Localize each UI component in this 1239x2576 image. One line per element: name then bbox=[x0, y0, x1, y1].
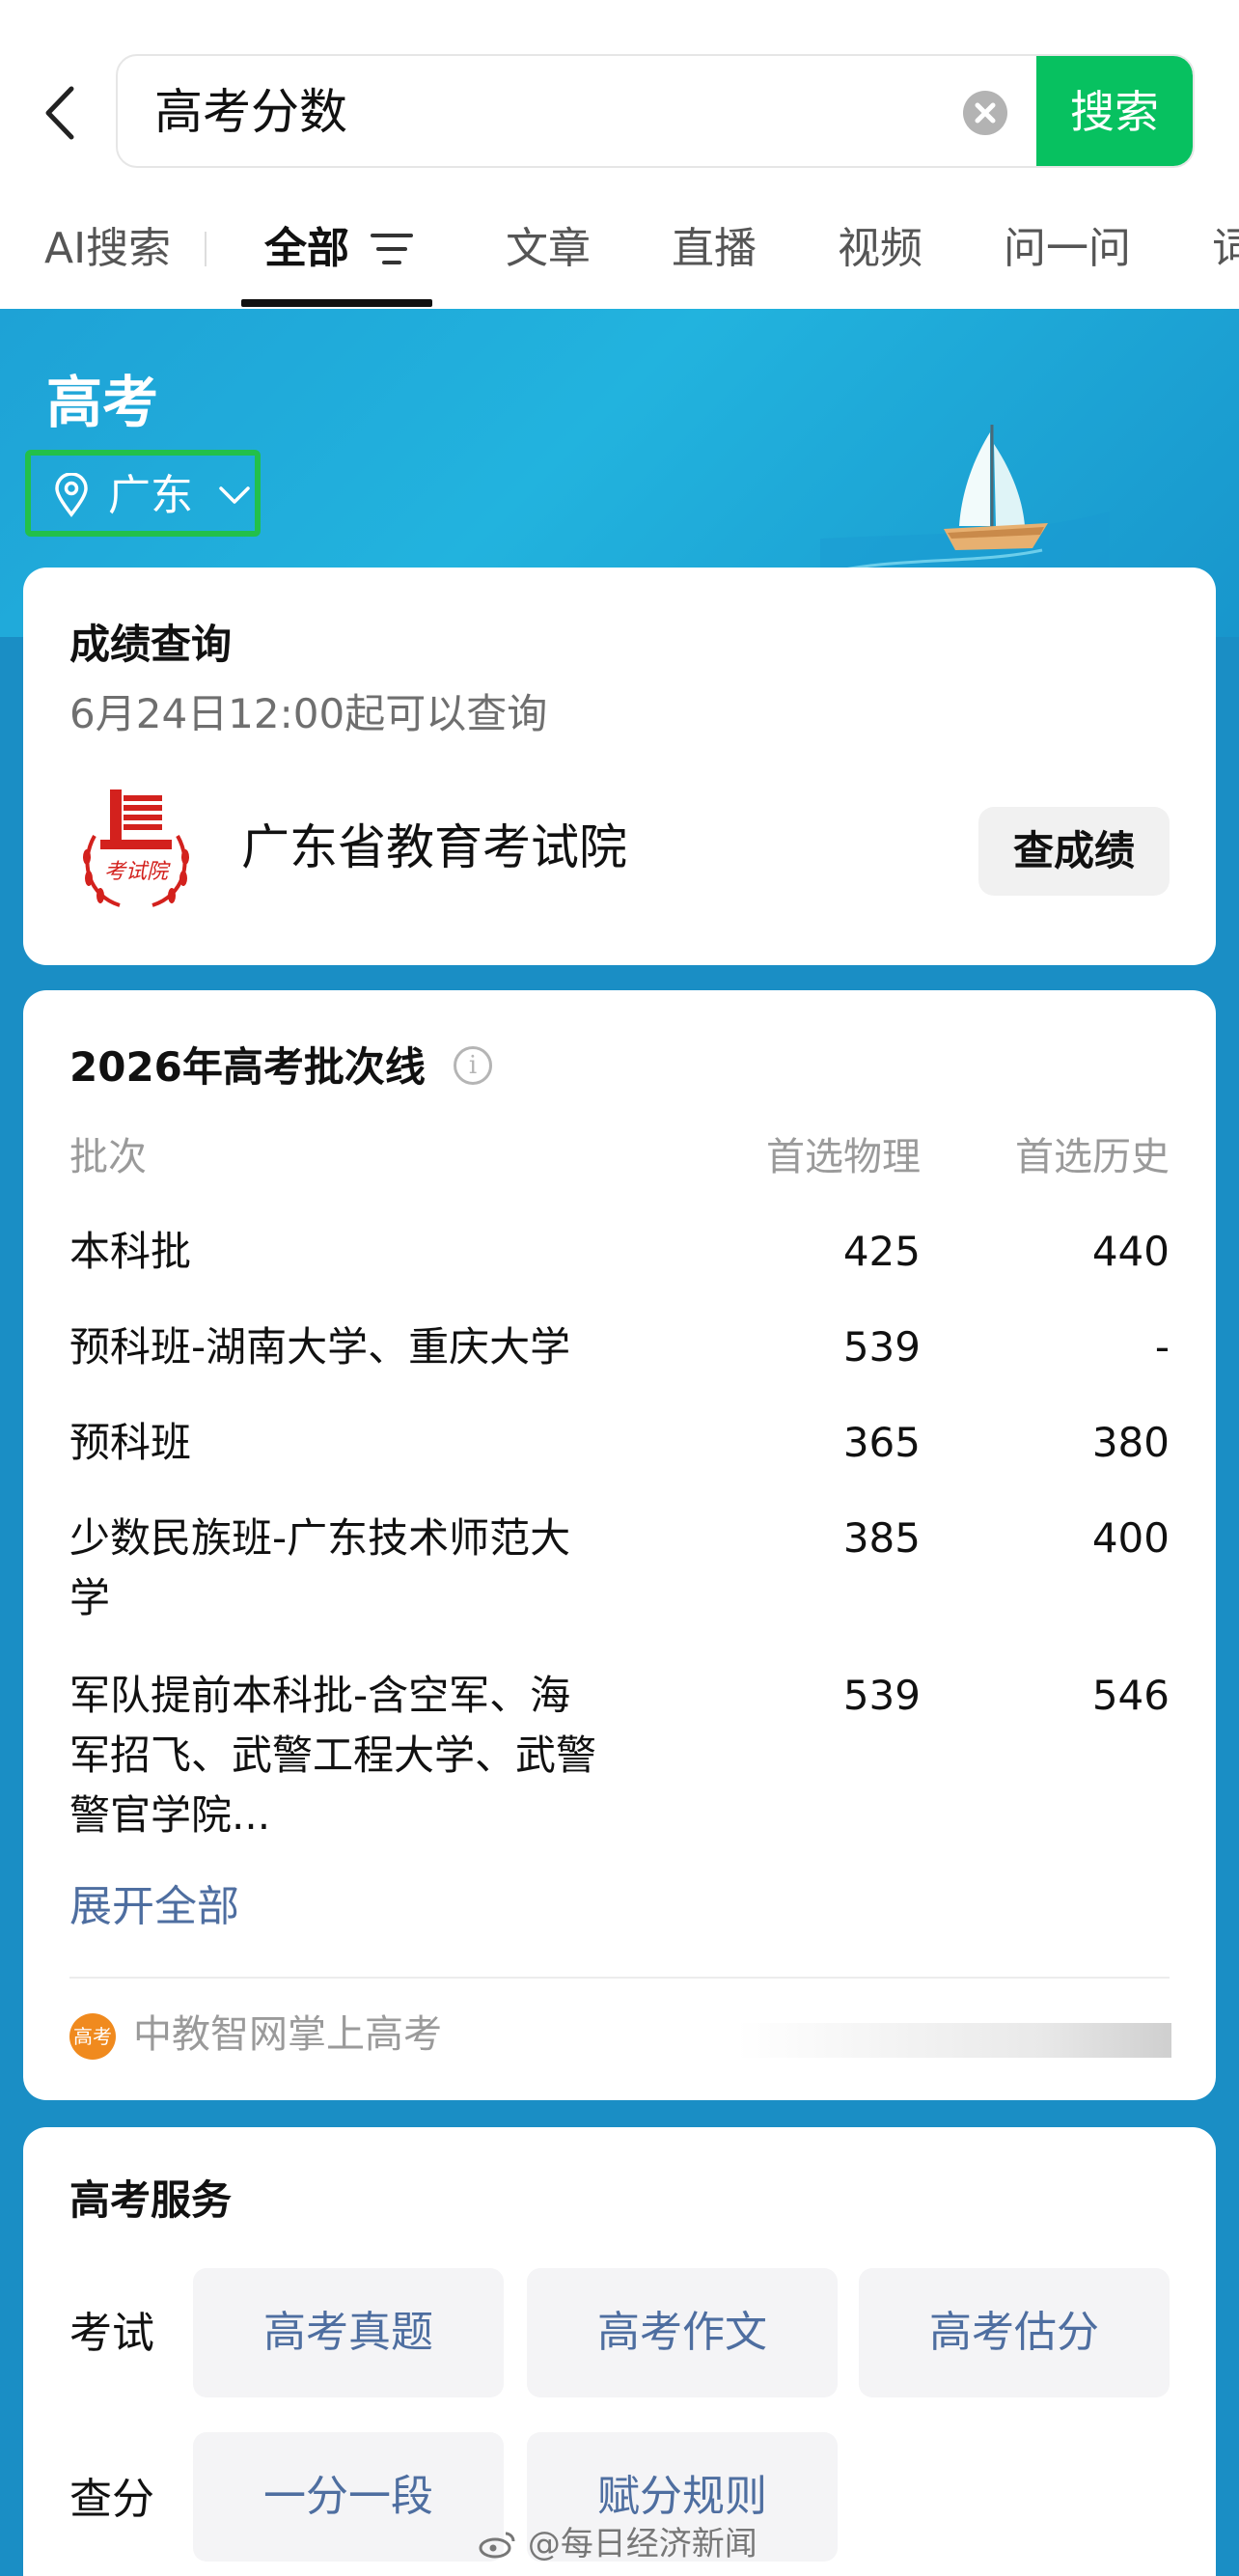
tab-videos[interactable]: 视频 bbox=[838, 220, 922, 278]
clear-icon[interactable] bbox=[963, 91, 1007, 135]
search-button[interactable]: 搜索 bbox=[1036, 56, 1193, 166]
sailboat-illustration bbox=[820, 425, 1110, 589]
service-button-score-estimate[interactable]: 高考估分 bbox=[859, 2268, 1170, 2397]
info-icon[interactable]: i bbox=[454, 1046, 492, 1085]
physics-score: 539 bbox=[842, 1323, 921, 1371]
weibo-icon bbox=[479, 2532, 515, 2559]
source-logo: 高考 bbox=[69, 2013, 116, 2060]
search-query[interactable]: 高考分数 bbox=[154, 83, 347, 141]
service-group-label: 查分 bbox=[69, 2475, 154, 2524]
physics-score: 425 bbox=[842, 1228, 921, 1275]
score-query-title: 成绩查询 bbox=[69, 621, 233, 668]
divider bbox=[69, 1977, 1170, 1979]
service-button-past-papers[interactable]: 高考真题 bbox=[193, 2268, 504, 2397]
batch-name: 本科批 bbox=[69, 1228, 192, 1275]
score-query-time: 6月24日12:00起可以查询 bbox=[69, 690, 548, 737]
source-name[interactable]: 中教智网掌上高考 bbox=[133, 2006, 442, 2064]
source-more-fade bbox=[737, 2023, 1171, 2058]
physics-score: 365 bbox=[842, 1419, 921, 1466]
check-score-button[interactable]: 查成绩 bbox=[978, 807, 1170, 896]
cutoff-title: 2026年高考批次线 bbox=[69, 1043, 426, 1091]
tab-articles[interactable]: 文章 bbox=[506, 220, 591, 278]
chevron-down-icon[interactable] bbox=[218, 485, 251, 506]
history-score: 546 bbox=[1091, 1672, 1170, 1719]
gaokao-services-card: 高考服务 考试 高考真题 高考作文 高考估分 查分 一分一段 赋分规则 bbox=[23, 2127, 1216, 2576]
header-batch: 批次 bbox=[69, 1135, 147, 1179]
history-score: 440 bbox=[1091, 1228, 1170, 1275]
tab-live[interactable]: 直播 bbox=[672, 220, 757, 278]
tab-bar: AI搜索 全部 文章 直播 视频 问一问 词 bbox=[0, 203, 1239, 309]
back-arrow-icon[interactable] bbox=[39, 81, 87, 145]
service-button-score-distribution[interactable]: 一分一段 bbox=[193, 2432, 504, 2562]
filter-icon[interactable] bbox=[371, 232, 413, 266]
header-history: 首选历史 bbox=[1015, 1135, 1170, 1179]
physics-score: 385 bbox=[842, 1514, 921, 1562]
banner-title: 高考 bbox=[46, 370, 159, 435]
expand-all-link[interactable]: 展开全部 bbox=[69, 1878, 239, 1936]
history-score: - bbox=[1154, 1323, 1170, 1371]
watermark: @每日经济新闻 bbox=[479, 2523, 757, 2565]
batch-name: 预科班 bbox=[69, 1419, 192, 1466]
header-physics: 首选物理 bbox=[766, 1135, 921, 1179]
tab-all[interactable]: 全部 bbox=[264, 220, 349, 278]
batch-name: 预科班-湖南大学、重庆大学 bbox=[69, 1323, 571, 1371]
tab-ask[interactable]: 问一问 bbox=[1004, 220, 1131, 278]
score-query-card: 成绩查询 6月24日12:00起可以查询 考试院 广东省教育考试院 查成绩 bbox=[23, 568, 1216, 965]
batch-name: 军队提前本科批-含空军、海军招飞、武警工程大学、武警警官学院... bbox=[69, 1672, 597, 1839]
cutoff-lines-card: 2026年高考批次线 i 批次 首选物理 首选历史 本科批 425 440 预科… bbox=[23, 990, 1216, 2100]
service-group-label: 考试 bbox=[69, 2309, 154, 2358]
watermark-text: @每日经济新闻 bbox=[527, 2525, 757, 2563]
search-bar: 高考分数 搜索 bbox=[0, 0, 1239, 193]
emblem-text: 考试院 bbox=[104, 860, 171, 884]
location-label[interactable]: 广东 bbox=[108, 469, 193, 523]
location-selector[interactable]: 广东 bbox=[25, 450, 261, 537]
search-input[interactable]: 高考分数 搜索 bbox=[116, 54, 1195, 168]
exam-authority-logo: 考试院 bbox=[83, 789, 189, 907]
tab-more[interactable]: 词 bbox=[1212, 220, 1239, 278]
batch-name: 少数民族班-广东技术师范大学 bbox=[69, 1514, 571, 1621]
location-pin-icon bbox=[55, 473, 88, 517]
tab-ai-search[interactable]: AI搜索 bbox=[44, 220, 171, 278]
service-button-essays[interactable]: 高考作文 bbox=[527, 2268, 838, 2397]
tab-separator bbox=[205, 232, 206, 266]
services-title: 高考服务 bbox=[69, 2176, 233, 2224]
history-score: 400 bbox=[1091, 1514, 1170, 1562]
history-score: 380 bbox=[1091, 1419, 1170, 1466]
physics-score: 539 bbox=[842, 1672, 921, 1719]
active-tab-indicator bbox=[241, 299, 432, 307]
institution-name[interactable]: 广东省教育考试院 bbox=[241, 817, 627, 878]
